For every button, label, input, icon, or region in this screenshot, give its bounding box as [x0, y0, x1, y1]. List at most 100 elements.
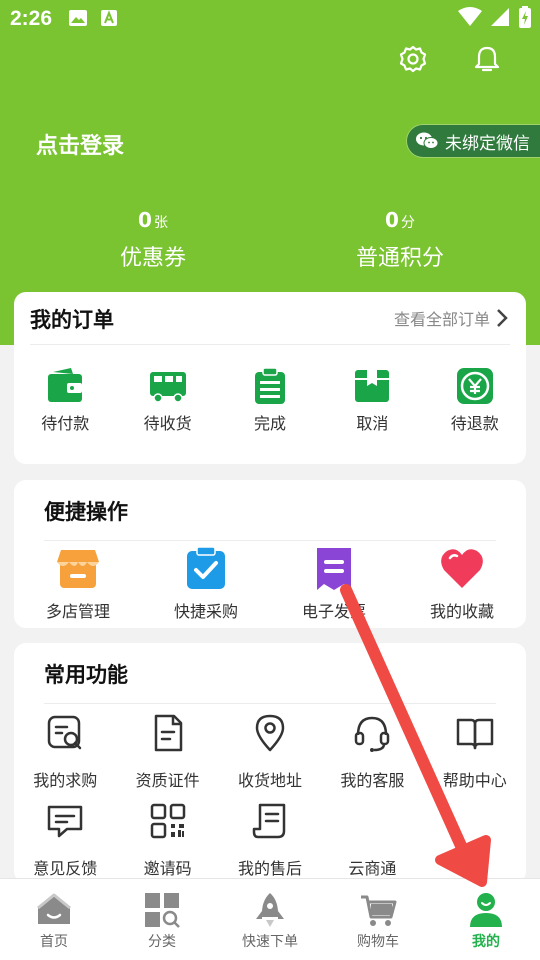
common-functions-card: 常用功能 我的求购 资质证件 收货地址 我的客服 帮助中心 意见反馈 邀请码 我…	[14, 643, 526, 883]
tab-home[interactable]: 首页	[0, 879, 108, 960]
book-icon	[456, 718, 493, 750]
account-stats: 0张 优惠券 0分 普通积分	[0, 208, 540, 288]
scroll-icon	[252, 803, 286, 839]
settings-gear-icon[interactable]	[398, 44, 428, 74]
func-item-label: 意见反馈	[33, 859, 98, 878]
tab-label: 首页	[40, 934, 68, 950]
divider	[44, 703, 496, 704]
coupon-unit: 张	[153, 215, 168, 231]
tab-category[interactable]: 分类	[108, 879, 216, 960]
wechat-icon	[416, 132, 439, 149]
battery-icon	[519, 6, 531, 28]
clipboard-list-icon	[254, 367, 285, 404]
electronic-invoice[interactable]: 电子发票	[270, 546, 398, 622]
feedback-icon	[47, 805, 83, 838]
points-unit: 分	[400, 215, 415, 231]
wifi-icon	[458, 7, 482, 26]
store-icon	[57, 550, 99, 588]
image-notification-icon	[69, 10, 87, 26]
rocket-icon	[256, 893, 284, 927]
qualification-certificates[interactable]: 资质证件	[116, 713, 218, 801]
box-icon	[355, 370, 390, 402]
my-orders-card: 我的订单 查看全部订单 待付款 待收货 完成 取消 待退款	[14, 292, 526, 464]
yunshangtong[interactable]: 云商通	[321, 801, 423, 889]
tab-label: 快速下单	[242, 934, 298, 950]
heart-icon	[441, 549, 483, 588]
quick-item-label: 多店管理	[45, 602, 110, 621]
orders-title: 我的订单	[30, 308, 114, 332]
quick-item-label: 我的收藏	[429, 602, 494, 621]
func-item-label: 邀请码	[143, 859, 192, 878]
help-center[interactable]: 帮助中心	[424, 713, 526, 801]
view-all-label: 查看全部订单	[393, 310, 490, 329]
certificate-icon	[154, 714, 182, 752]
quick-item-label: 快捷采购	[173, 602, 238, 621]
signal-icon	[491, 8, 509, 26]
divider	[30, 344, 510, 345]
category-icon	[145, 893, 180, 928]
login-link[interactable]: 点击登录	[36, 128, 124, 160]
view-all-orders-link[interactable]: 查看全部订单	[394, 306, 508, 330]
invoice-icon	[317, 548, 351, 590]
feedback[interactable]: 意见反馈	[14, 801, 116, 889]
order-pending-refund[interactable]: 待退款	[424, 366, 526, 434]
status-bar: 2:26	[0, 0, 540, 38]
func-item-label: 我的客服	[340, 771, 405, 790]
order-item-label: 待收货	[143, 414, 192, 433]
status-time: 2:26	[10, 7, 53, 30]
quick-title: 便捷操作	[44, 500, 128, 524]
my-after-sales[interactable]: 我的售后	[219, 801, 321, 889]
order-item-label: 待付款	[41, 414, 90, 433]
tab-cart[interactable]: 购物车	[324, 879, 432, 960]
points-stat[interactable]: 0分 普通积分	[300, 208, 500, 272]
order-item-label: 取消	[356, 414, 389, 433]
coupon-label: 优惠券	[119, 246, 186, 271]
points-label: 普通积分	[355, 246, 444, 271]
func-item-label: 我的售后	[237, 859, 302, 878]
order-item-label: 待退款	[450, 414, 499, 433]
chevron-right-icon	[497, 309, 508, 327]
refund-icon	[456, 368, 493, 404]
order-cancelled[interactable]: 取消	[321, 366, 423, 434]
order-pending-payment[interactable]: 待付款	[14, 366, 116, 434]
multi-store-management[interactable]: 多店管理	[14, 546, 142, 622]
bottom-tab-bar: 首页 分类 快速下单 购物车 我的	[0, 878, 540, 960]
func-item-label: 收货地址	[237, 771, 302, 790]
home-icon	[37, 893, 71, 924]
tab-mine[interactable]: 我的	[432, 879, 540, 960]
wallet-icon	[48, 368, 83, 402]
cart-icon	[361, 895, 397, 926]
checklist-icon	[187, 546, 225, 589]
location-pin-icon	[255, 714, 285, 752]
func-item-label: 资质证件	[135, 771, 200, 790]
my-customer-service[interactable]: 我的客服	[321, 713, 423, 801]
tab-quick-order[interactable]: 快速下单	[216, 879, 324, 960]
func-item-label: 帮助中心	[442, 771, 507, 790]
headset-icon	[355, 716, 390, 752]
coupon-stat[interactable]: 0张 优惠券	[53, 208, 253, 272]
order-item-label: 完成	[253, 414, 286, 433]
order-completed[interactable]: 完成	[219, 366, 321, 434]
quick-purchase[interactable]: 快捷采购	[142, 546, 270, 622]
invitation-code[interactable]: 邀请码	[116, 801, 218, 889]
user-icon	[470, 893, 502, 927]
func-item-label: 我的求购	[33, 771, 98, 790]
font-notification-icon	[101, 10, 117, 26]
qr-code-icon	[150, 803, 185, 839]
quick-actions-card: 便捷操作 多店管理 快捷采购 电子发票 我的收藏	[14, 480, 526, 628]
divider	[44, 540, 496, 541]
points-count: 0	[385, 208, 399, 232]
shipping-address[interactable]: 收货地址	[219, 713, 321, 801]
bind-wechat-button[interactable]: 未绑定微信	[406, 124, 540, 158]
notification-bell-icon[interactable]	[472, 44, 502, 74]
my-purchase-requests[interactable]: 我的求购	[14, 713, 116, 801]
tab-label: 分类	[148, 934, 176, 950]
quick-item-label: 电子发票	[301, 602, 366, 621]
tab-label: 我的	[472, 934, 500, 950]
my-favorites[interactable]: 我的收藏	[398, 546, 526, 622]
search-document-icon	[47, 715, 82, 750]
truck-icon	[149, 372, 186, 403]
order-pending-receipt[interactable]: 待收货	[116, 366, 218, 434]
tab-label: 购物车	[357, 934, 399, 950]
func-item-label: 云商通	[348, 859, 397, 878]
